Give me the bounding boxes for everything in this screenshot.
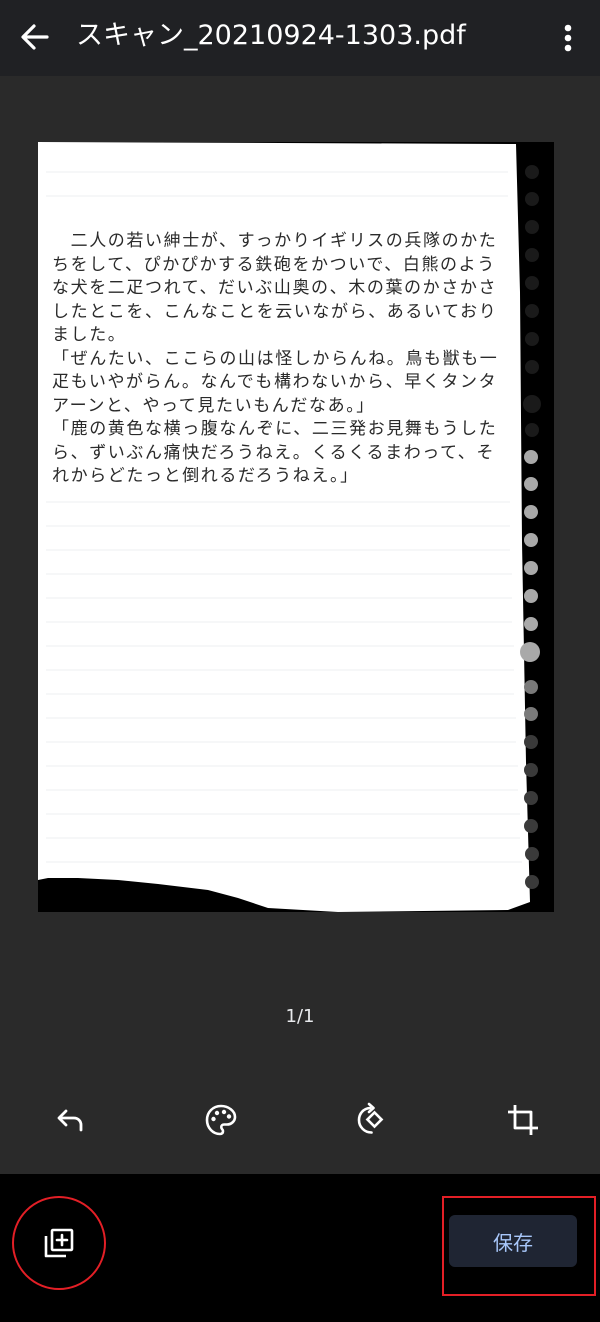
document-preview-area: 二人の若い紳士が、すっかりイギリスの兵隊のかた ちをして、ぴかぴかする鉄砲をかつ…: [0, 76, 600, 1096]
crop-icon: [508, 1105, 538, 1135]
handwritten-text: 二人の若い紳士が、すっかりイギリスの兵隊のかた ちをして、ぴかぴかする鉄砲をかつ…: [52, 230, 510, 489]
crop-button[interactable]: [499, 1096, 547, 1144]
scanned-page[interactable]: 二人の若い紳士が、すっかりイギリスの兵隊のかた ちをして、ぴかぴかする鉄砲をかつ…: [38, 142, 554, 912]
text-line: アーンと、やって見たいもんだなあ。」: [52, 395, 375, 416]
top-app-bar: スキャン_20210924-1303.pdf: [0, 0, 600, 76]
rotate-icon: [357, 1102, 384, 1134]
add-page-button[interactable]: [35, 1219, 83, 1267]
more-vert-icon: [564, 24, 572, 52]
add-page-icon: [44, 1228, 74, 1258]
text-line: ら、ずいぶん痛快だろうねえ。くるくるまわって、そ: [52, 442, 495, 463]
text-line: 疋もいやがらん。なんでも構わないから、早くタンタ: [52, 372, 498, 392]
bottom-action-bar: 保存: [0, 1174, 600, 1322]
text-line: ちをして、ぴかぴかする鉄砲をかついで、白熊のよう: [52, 254, 496, 275]
page-indicator: 1/1: [285, 1006, 315, 1027]
document-scan-screen: スキャン_20210924-1303.pdf 二人の若い紳士が、すっかりイギリス…: [0, 0, 600, 1322]
palette-icon: [205, 1104, 237, 1136]
rotate-button[interactable]: [348, 1096, 396, 1144]
text-line: 「鹿の黄色な横っ腹なんぞに、二三発お見舞もうした: [52, 419, 498, 439]
text-line: 「ぜんたい、ここらの山は怪しからんね。鳥も獣も一: [52, 348, 499, 369]
undo-icon: [57, 1109, 83, 1132]
back-button[interactable]: [12, 14, 58, 60]
text-line: したとこを、こんなことを云いながら、あるいており: [52, 301, 498, 322]
edit-toolbar: [0, 1080, 600, 1160]
text-line: 二人の若い紳士が、すっかりイギリスの兵隊のかた: [52, 231, 498, 251]
undo-button[interactable]: [46, 1096, 94, 1144]
arrow-back-icon: [21, 24, 49, 50]
file-title: スキャン_20210924-1303.pdf: [76, 20, 466, 51]
more-options-button[interactable]: [552, 16, 584, 60]
save-button[interactable]: 保存: [449, 1215, 577, 1267]
text-line: な犬を二疋つれて、だいぶ山奥の、木の葉のかさかさ: [52, 278, 498, 298]
text-line: ました。: [52, 325, 127, 345]
color-filter-button[interactable]: [197, 1096, 245, 1144]
text-line: れからどたっと倒れるだろうねえ。」: [52, 466, 359, 486]
